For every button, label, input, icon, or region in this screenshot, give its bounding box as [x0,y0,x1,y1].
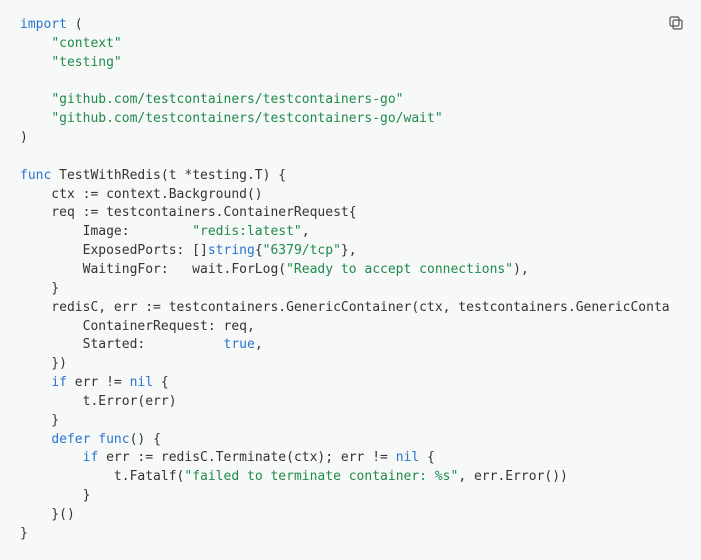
text: , [302,224,310,239]
keyword-defer: defer [51,432,90,447]
text: ContainerRequest: req, [20,319,255,334]
keyword-true: true [224,337,255,352]
text: () { [130,432,161,447]
string-tc: "github.com/testcontainers/testcontainer… [51,92,403,107]
string-ready: "Ready to accept connections" [286,262,513,277]
keyword-func-inner: func [98,432,129,447]
text: TestWithRedis(t *testing.T) { [51,168,286,183]
keyword-if: if [51,375,67,390]
string-wait: "github.com/testcontainers/testcontainer… [51,111,442,126]
keyword-func: func [20,168,51,183]
copy-button[interactable] [667,14,685,32]
text: err != [67,375,130,390]
text: , err.Error()) [458,469,568,484]
keyword-import: import [20,17,67,32]
text: ExposedPorts: [] [20,243,208,258]
text: { [153,375,169,390]
keyword-string: string [208,243,255,258]
text: Started: [20,337,224,352]
text: t.Fatalf( [20,469,184,484]
text: { [419,450,435,465]
text: WaitingFor: wait.ForLog( [20,262,286,277]
text: ctx := context.Background() [20,187,263,202]
string-context: "context" [51,36,121,51]
text: req := testcontainers.ContainerRequest{ [20,205,357,220]
text: }() [20,507,75,522]
text: err := redisC.Terminate(ctx); err != [98,450,395,465]
keyword-if-inner: if [83,450,99,465]
string-testing: "testing" [51,55,121,70]
text: } [20,413,59,428]
code-block: import ( "context" "testing" "github.com… [0,0,701,560]
text: ), [513,262,529,277]
text: ( [67,17,83,32]
text: , [255,337,263,352]
text: }) [20,356,67,371]
text: redisC, err := testcontainers.GenericCon… [20,300,670,315]
text: t.Error(err) [20,394,177,409]
copy-icon [667,21,685,36]
string-port: "6379/tcp" [263,243,341,258]
text: } [20,281,59,296]
keyword-nil-inner: nil [396,450,419,465]
keyword-nil: nil [130,375,153,390]
string-image: "redis:latest" [192,224,302,239]
text: { [255,243,263,258]
text: Image: [20,224,192,239]
text: }, [341,243,357,258]
text: } [20,488,90,503]
text: ) [20,130,28,145]
string-fatal: "failed to terminate container: %s" [184,469,458,484]
